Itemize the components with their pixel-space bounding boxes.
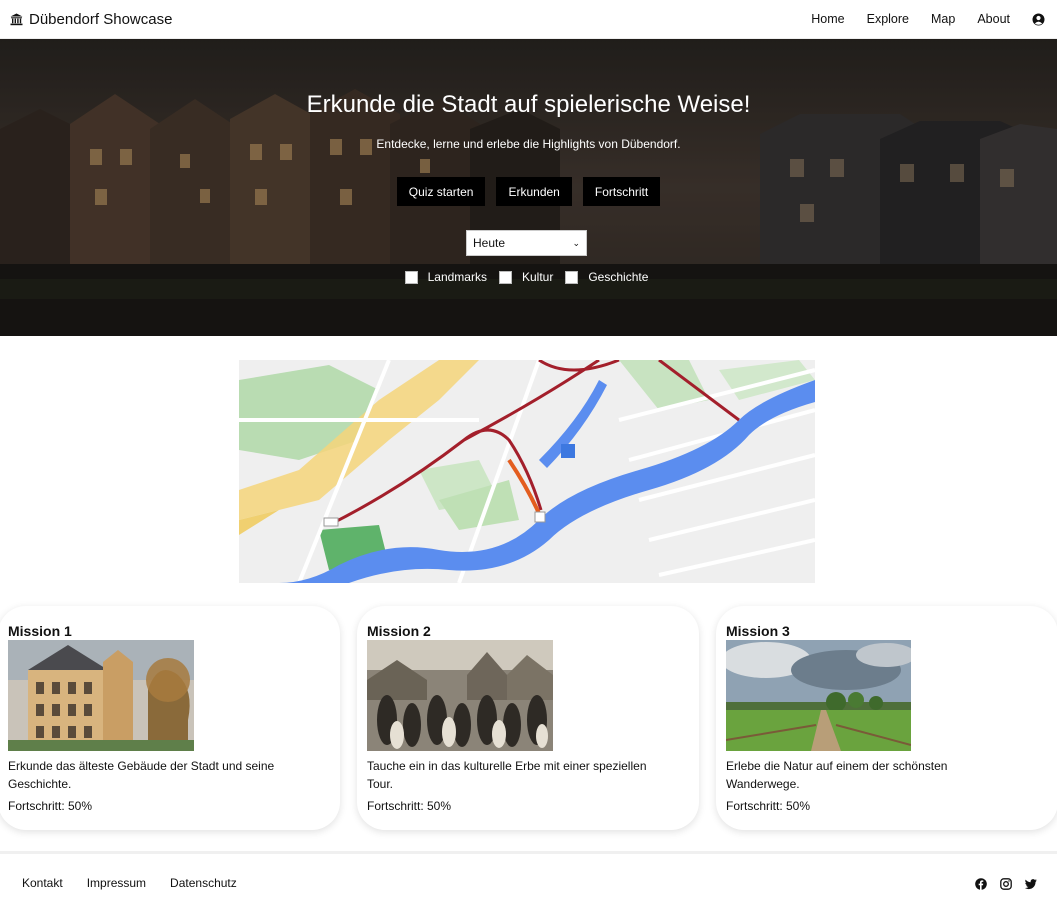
nav-home[interactable]: Home: [811, 12, 844, 26]
time-filter-select[interactable]: Heute ⌄: [466, 230, 587, 256]
checkbox-kultur[interactable]: [498, 270, 512, 284]
checkbox-landmarks[interactable]: [404, 270, 418, 284]
social-links: [975, 877, 1037, 890]
hero-content: Erkunde die Stadt auf spielerische Weise…: [0, 39, 1057, 336]
mission-progress: Fortschritt: 50%: [726, 799, 811, 813]
map-graphic: [239, 360, 815, 583]
nav-links: Home Explore Map About: [789, 12, 1047, 26]
mission-progress: Fortschritt: 50%: [8, 799, 93, 813]
chevron-down-icon: ⌄: [572, 237, 580, 248]
instagram-icon[interactable]: [1000, 877, 1012, 890]
brand[interactable]: Dübendorf Showcase: [10, 11, 172, 28]
filter-landmarks[interactable]: Landmarks: [404, 270, 491, 284]
filter-label-geschichte: Geschichte: [588, 270, 649, 284]
footer-link-kontakt[interactable]: Kontakt: [22, 876, 63, 890]
mission-description: Tauche ein in das kulturelle Erbe mit ei…: [367, 759, 647, 791]
mission-title: Mission 2: [367, 623, 431, 639]
hero-section: Erkunde die Stadt auf spielerische Weise…: [0, 39, 1057, 336]
facebook-icon[interactable]: [975, 877, 987, 890]
landmark-icon: [10, 13, 23, 26]
nav-explore[interactable]: Explore: [867, 12, 909, 26]
footer-link-impressum[interactable]: Impressum: [87, 876, 146, 890]
mission-card-1[interactable]: Mission 1 Erkunde das älteste Gebäude de…: [0, 606, 340, 830]
checkbox-geschichte[interactable]: [565, 270, 579, 284]
footer-link-datenschutz[interactable]: Datenschutz: [170, 876, 237, 890]
filter-kultur[interactable]: Kultur: [498, 270, 557, 284]
city-map[interactable]: [239, 360, 815, 583]
user-circle-icon[interactable]: [1032, 13, 1045, 26]
top-navbar: Dübendorf Showcase Home Explore Map Abou…: [0, 0, 1057, 39]
mission-description: Erlebe die Natur auf einem der schönsten…: [726, 759, 948, 791]
brand-title: Dübendorf Showcase: [29, 10, 173, 28]
hero-subtitle: Entdecke, lerne und erlebe die Highlight…: [376, 137, 681, 151]
mission-title: Mission 3: [726, 623, 790, 639]
mission-image: [367, 640, 553, 751]
mission-image: [726, 640, 912, 751]
mission-card-2[interactable]: Mission 2 Tauche ein in das kulturelle E…: [357, 606, 699, 830]
mission-progress: Fortschritt: 50%: [367, 799, 452, 813]
twitter-icon[interactable]: [1025, 877, 1037, 889]
progress-button[interactable]: Fortschritt: [582, 177, 661, 206]
mission-description: Erkunde das älteste Gebäude der Stadt un…: [8, 759, 275, 791]
footer-links: Kontakt Impressum Datenschutz: [22, 876, 237, 890]
nav-map[interactable]: Map: [931, 12, 955, 26]
filter-label-landmarks: Landmarks: [427, 270, 487, 284]
filter-geschichte[interactable]: Geschichte: [565, 270, 652, 284]
hero-buttons: Quiz starten Erkunden Fortschritt: [0, 177, 1057, 206]
hero-title: Erkunde die Stadt auf spielerische Weise…: [306, 91, 751, 118]
filter-label-kultur: Kultur: [521, 270, 554, 284]
mission-card-3[interactable]: Mission 3 Erlebe die Natur auf einem der…: [716, 606, 1057, 830]
quiz-start-button[interactable]: Quiz starten: [396, 177, 486, 206]
footer: Kontakt Impressum Datenschutz: [0, 851, 1057, 911]
mission-image: [8, 640, 194, 751]
time-filter-value: Heute: [473, 236, 506, 250]
nav-about[interactable]: About: [977, 12, 1010, 26]
explore-button[interactable]: Erkunden: [496, 177, 572, 206]
mission-title: Mission 1: [8, 623, 72, 639]
category-filters: Landmarks Kultur Geschichte: [0, 270, 1057, 284]
